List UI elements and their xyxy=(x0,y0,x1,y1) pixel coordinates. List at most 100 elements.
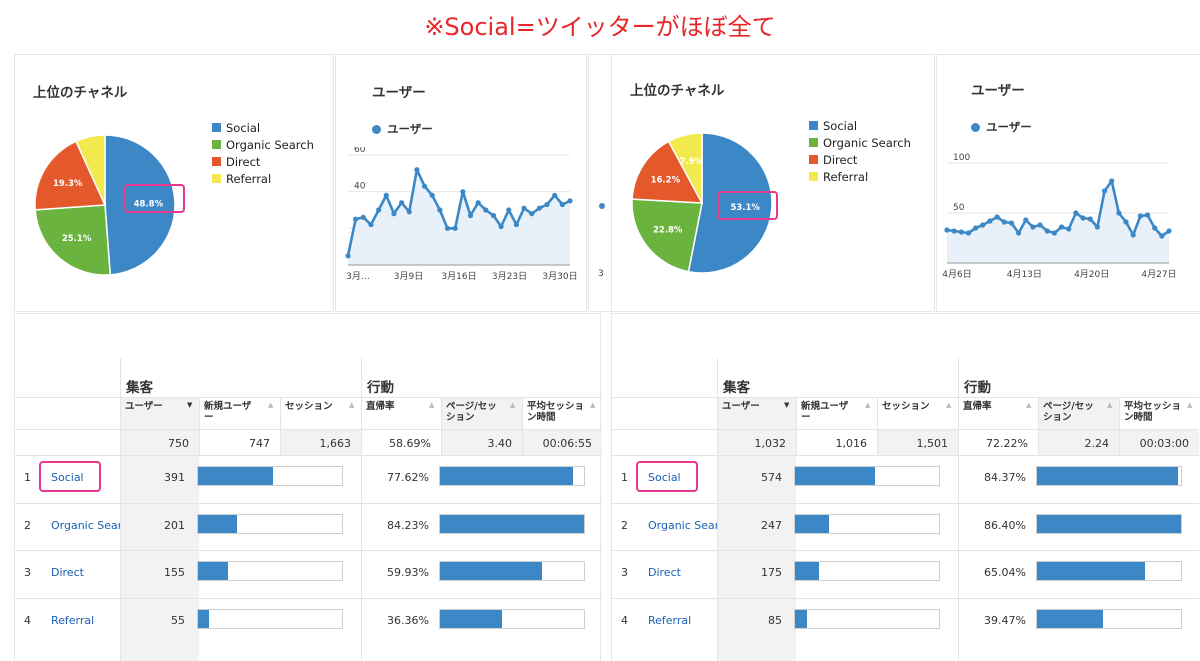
data-point[interactable] xyxy=(965,230,972,236)
data-point[interactable] xyxy=(1044,228,1050,234)
data-point[interactable] xyxy=(1094,224,1100,230)
data-point[interactable] xyxy=(1066,226,1072,232)
data-point[interactable] xyxy=(406,209,412,215)
col-header-pages-per-session[interactable]: ページ/セッ ション xyxy=(1043,401,1106,423)
channel-link[interactable]: Organic Search xyxy=(648,519,717,532)
sort-arrow-icon[interactable]: ▲ xyxy=(349,401,354,409)
data-point[interactable] xyxy=(536,205,542,211)
data-point[interactable] xyxy=(483,207,489,213)
data-point[interactable] xyxy=(544,201,550,208)
sort-arrow-icon[interactable]: ▲ xyxy=(1026,401,1031,409)
data-point[interactable] xyxy=(1001,219,1007,225)
sort-arrow-icon[interactable]: ▲ xyxy=(946,401,951,409)
data-point[interactable] xyxy=(1080,215,1086,221)
data-point[interactable] xyxy=(994,214,1000,220)
data-point[interactable] xyxy=(1058,224,1065,230)
data-point[interactable] xyxy=(1159,233,1165,239)
data-point[interactable] xyxy=(360,214,366,220)
col-header-bounce[interactable]: 直帰率 xyxy=(963,401,1025,412)
sort-arrow-icon[interactable]: ▲ xyxy=(429,401,434,409)
data-point[interactable] xyxy=(1037,222,1043,228)
data-point[interactable] xyxy=(452,225,458,231)
legend-item-direct[interactable]: Direct xyxy=(809,151,911,168)
data-point[interactable] xyxy=(529,211,535,217)
data-point[interactable] xyxy=(1137,213,1143,219)
sort-arrow-icon[interactable]: ▲ xyxy=(590,401,595,409)
col-header-sessions[interactable]: セッション xyxy=(285,401,348,412)
sort-arrow-icon[interactable]: ▲ xyxy=(510,401,515,409)
data-point[interactable] xyxy=(958,229,964,235)
data-point[interactable] xyxy=(460,189,466,195)
legend-item-referral[interactable]: Referral xyxy=(809,168,911,185)
data-point[interactable] xyxy=(444,225,451,231)
col-header-bounce[interactable]: 直帰率 xyxy=(366,401,428,412)
data-point[interactable] xyxy=(345,253,351,259)
col-header-users[interactable]: ユーザー xyxy=(125,401,186,412)
data-point[interactable] xyxy=(398,200,405,206)
data-point[interactable] xyxy=(552,192,558,198)
data-point[interactable] xyxy=(1016,230,1022,236)
legend-item-direct[interactable]: Direct xyxy=(212,153,314,170)
sort-arrow-icon[interactable]: ▲ xyxy=(268,401,273,409)
legend-item-organic-search[interactable]: Organic Search xyxy=(212,136,314,153)
col-header-users[interactable]: ユーザー xyxy=(722,401,783,412)
sort-arrow-icon[interactable]: ▲ xyxy=(865,401,870,409)
data-point[interactable] xyxy=(1109,178,1115,184)
data-point[interactable] xyxy=(1166,228,1172,234)
data-point[interactable] xyxy=(1130,232,1136,238)
data-point[interactable] xyxy=(490,212,497,219)
data-point[interactable] xyxy=(980,222,986,228)
channel-link[interactable]: Referral xyxy=(51,614,120,627)
col-header-sessions[interactable]: セッション xyxy=(882,401,945,412)
data-point[interactable] xyxy=(1123,219,1129,225)
data-point[interactable] xyxy=(1030,224,1036,230)
data-point[interactable] xyxy=(1073,210,1079,216)
channel-link[interactable]: Organic Search xyxy=(51,519,120,532)
data-point[interactable] xyxy=(467,212,474,219)
data-point[interactable] xyxy=(1008,220,1015,226)
data-point[interactable] xyxy=(353,216,359,222)
channel-link[interactable]: Direct xyxy=(648,566,717,579)
sort-arrow-icon[interactable]: ▼ xyxy=(784,401,789,409)
channel-link[interactable]: Referral xyxy=(648,614,717,627)
channel-link[interactable]: Direct xyxy=(51,566,120,579)
data-point[interactable] xyxy=(429,192,435,198)
data-point[interactable] xyxy=(414,167,420,173)
data-point[interactable] xyxy=(1051,230,1058,236)
sort-arrow-icon[interactable]: ▼ xyxy=(187,401,192,409)
data-point[interactable] xyxy=(368,222,374,228)
col-header-avg-duration[interactable]: 平均セッショ ン時間 xyxy=(1124,401,1186,423)
data-point[interactable] xyxy=(513,222,520,228)
data-point[interactable] xyxy=(376,207,382,213)
legend-item-referral[interactable]: Referral xyxy=(212,170,314,187)
col-header-avg-duration[interactable]: 平均セッショ ン時間 xyxy=(527,401,589,423)
legend-item-organic-search[interactable]: Organic Search xyxy=(809,134,911,151)
data-point[interactable] xyxy=(475,200,481,206)
data-point[interactable] xyxy=(951,228,957,234)
data-point[interactable] xyxy=(559,201,565,208)
data-point[interactable] xyxy=(1101,188,1108,194)
data-point[interactable] xyxy=(391,211,397,217)
data-point[interactable] xyxy=(973,225,979,231)
data-point[interactable] xyxy=(521,205,527,211)
data-point[interactable] xyxy=(437,207,443,213)
data-point[interactable] xyxy=(1116,210,1122,216)
data-point[interactable] xyxy=(1144,212,1151,218)
col-header-pages-per-session[interactable]: ページ/セッ ション xyxy=(446,401,509,423)
legend-item-social[interactable]: Social xyxy=(212,119,314,136)
data-point[interactable] xyxy=(383,192,389,198)
data-point[interactable] xyxy=(1023,217,1029,223)
data-point[interactable] xyxy=(506,207,512,213)
data-point[interactable] xyxy=(1152,225,1158,231)
data-point[interactable] xyxy=(421,183,428,189)
col-header-new-users[interactable]: 新規ユーザー xyxy=(801,401,864,423)
sort-arrow-icon[interactable]: ▲ xyxy=(1107,401,1112,409)
col-header-new-users[interactable]: 新規ユーザー xyxy=(204,401,267,423)
data-point[interactable] xyxy=(987,218,993,224)
data-point[interactable] xyxy=(567,198,573,204)
data-point[interactable] xyxy=(944,227,950,233)
legend-item-social[interactable]: Social xyxy=(809,117,911,134)
data-point[interactable] xyxy=(1087,216,1093,222)
sort-arrow-icon[interactable]: ▲ xyxy=(1187,401,1192,409)
data-point[interactable] xyxy=(498,223,504,230)
